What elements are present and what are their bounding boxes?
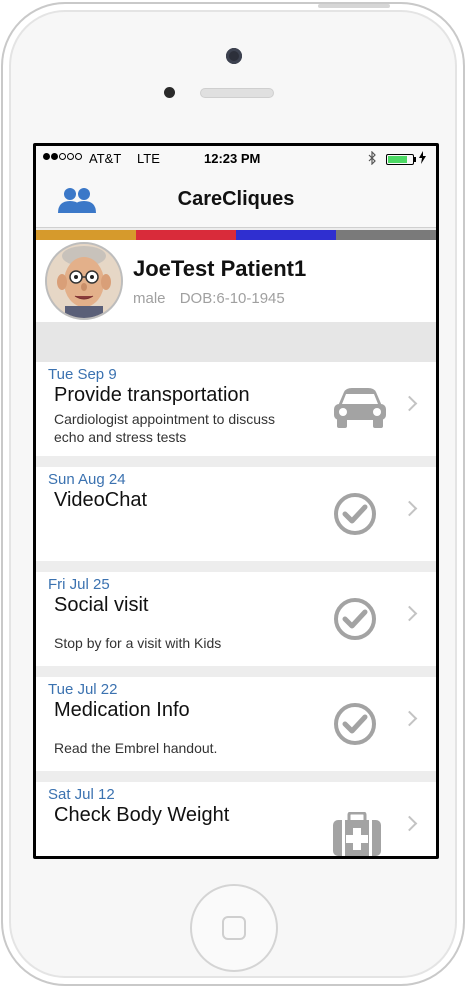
task-date: Sun Aug 24 bbox=[48, 471, 126, 488]
task-date: Sat Jul 12 bbox=[48, 786, 115, 803]
proximity-sensor bbox=[164, 87, 175, 98]
list-item[interactable]: Tue Jul 22 Medication Info Read the Embr… bbox=[36, 677, 436, 771]
patient-profile[interactable]: JoeTest Patient1 male DOB:6-10-1945 bbox=[36, 240, 436, 322]
task-list: Tue Sep 9 Provide transportation Cardiol… bbox=[36, 362, 436, 856]
check-circle-icon bbox=[332, 596, 378, 642]
network-label: LTE bbox=[137, 151, 160, 166]
clock: 12:23 PM bbox=[204, 151, 261, 166]
medical-kit-icon bbox=[332, 811, 381, 856]
avatar bbox=[45, 242, 123, 320]
bluetooth-icon bbox=[368, 150, 377, 168]
power-button bbox=[318, 4, 390, 8]
status-bar: AT&T LTE 12:23 PM bbox=[36, 146, 436, 172]
patient-meta: male DOB:6-10-1945 bbox=[133, 290, 295, 307]
list-item[interactable]: Sun Aug 24 VideoChat bbox=[36, 467, 436, 561]
task-title: Medication Info bbox=[54, 699, 190, 721]
check-circle-icon bbox=[332, 491, 378, 537]
task-description: Read the Embrel handout. bbox=[54, 740, 218, 756]
phone-frame: AT&T LTE 12:23 PM CareCliques JoeTest Pa… bbox=[1, 2, 465, 986]
color-strip bbox=[36, 230, 436, 240]
chevron-right-icon bbox=[401, 500, 418, 517]
task-title: VideoChat bbox=[54, 489, 148, 511]
list-item[interactable]: Tue Sep 9 Provide transportation Cardiol… bbox=[36, 362, 436, 456]
list-item[interactable]: Fri Jul 25 Social visit Stop by for a vi… bbox=[36, 572, 436, 666]
navigation-bar: CareCliques bbox=[36, 172, 436, 228]
battery-icon bbox=[386, 154, 414, 165]
task-date: Tue Jul 22 bbox=[48, 681, 118, 698]
charging-icon bbox=[419, 151, 426, 167]
battery-tip bbox=[414, 157, 416, 162]
home-button[interactable] bbox=[190, 884, 278, 972]
car-icon bbox=[332, 386, 386, 432]
chevron-right-icon bbox=[401, 395, 418, 412]
task-date: Tue Sep 9 bbox=[48, 366, 117, 383]
chevron-right-icon bbox=[401, 605, 418, 622]
patient-dob: DOB:6-10-1945 bbox=[179, 290, 285, 307]
chevron-right-icon bbox=[401, 710, 418, 727]
task-date: Fri Jul 25 bbox=[48, 576, 110, 593]
list-item[interactable]: Sat Jul 12 Check Body Weight bbox=[36, 782, 436, 856]
patient-name: JoeTest Patient1 bbox=[133, 256, 307, 281]
app-title: CareCliques bbox=[177, 188, 295, 210]
check-circle-icon bbox=[332, 701, 378, 747]
carrier-label: AT&T bbox=[89, 151, 122, 166]
task-title: Check Body Weight bbox=[54, 804, 230, 826]
patient-gender: male bbox=[133, 290, 166, 307]
task-title: Social visit bbox=[54, 594, 149, 616]
screen: AT&T LTE 12:23 PM CareCliques JoeTest Pa… bbox=[33, 143, 439, 859]
task-title: Provide transportation bbox=[54, 384, 250, 406]
signal-strength-icon bbox=[43, 153, 82, 160]
home-square-icon bbox=[222, 916, 246, 940]
section-spacer bbox=[36, 322, 436, 362]
task-description: Stop by for a visit with Kids bbox=[54, 635, 222, 651]
chevron-right-icon bbox=[401, 815, 418, 832]
app-screen: AT&T LTE 12:23 PM CareCliques JoeTest Pa… bbox=[36, 146, 436, 856]
task-description: Cardiologist appointment to discuss echo… bbox=[54, 411, 276, 445]
earpiece-speaker bbox=[200, 88, 274, 98]
front-camera bbox=[226, 48, 242, 64]
